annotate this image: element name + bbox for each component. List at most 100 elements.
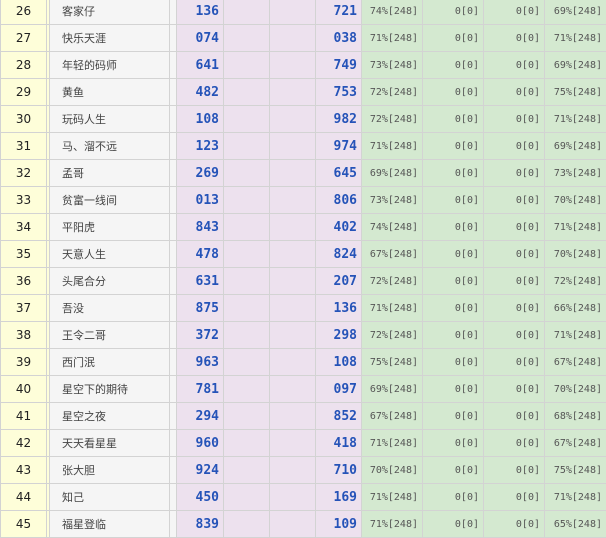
stat-cell-3: 0[0] xyxy=(483,240,545,268)
stat-cell-4: 71%[248] xyxy=(544,105,606,133)
table-row: 41 星空之夜 294 852 67%[248] 0[0] 0[0] 68%[248] xyxy=(0,402,606,430)
rank-cell: 41 xyxy=(0,402,47,430)
stat-cell-1: 69%[248] xyxy=(361,375,423,403)
value-b-cell: 806 xyxy=(315,186,362,214)
stat-cell-2: 0[0] xyxy=(422,240,484,268)
stat-cell-1: 67%[248] xyxy=(361,240,423,268)
value-b-cell: 974 xyxy=(315,132,362,160)
empty-cell xyxy=(269,24,316,52)
value-a-cell: 294 xyxy=(176,402,224,430)
rank-cell: 30 xyxy=(0,105,47,133)
empty-cell xyxy=(269,402,316,430)
rank-cell: 44 xyxy=(0,483,47,511)
table-row: 33 贫富一线间 013 806 73%[248] 0[0] 0[0] 70%[248] xyxy=(0,186,606,214)
value-b-cell: 109 xyxy=(315,510,362,538)
value-b-cell: 169 xyxy=(315,483,362,511)
stat-cell-3: 0[0] xyxy=(483,0,545,25)
empty-cell xyxy=(223,348,270,376)
table-row: 38 王令二哥 372 298 72%[248] 0[0] 0[0] 71%[248] xyxy=(0,321,606,349)
value-a-cell: 839 xyxy=(176,510,224,538)
value-a-cell: 482 xyxy=(176,78,224,106)
stat-cell-2: 0[0] xyxy=(422,159,484,187)
name-gap-cell xyxy=(169,375,177,403)
rank-cell: 33 xyxy=(0,186,47,214)
value-a-cell: 631 xyxy=(176,267,224,295)
stat-cell-1: 67%[248] xyxy=(361,402,423,430)
rank-cell: 28 xyxy=(0,51,47,79)
name-cell: 天天看星星 xyxy=(49,429,170,457)
stat-cell-1: 72%[248] xyxy=(361,105,423,133)
stat-cell-2: 0[0] xyxy=(422,321,484,349)
value-a-cell: 450 xyxy=(176,483,224,511)
name-gap-cell xyxy=(169,456,177,484)
value-b-cell: 721 xyxy=(315,0,362,25)
stat-cell-4: 75%[248] xyxy=(544,456,606,484)
stat-cell-1: 71%[248] xyxy=(361,483,423,511)
stat-cell-3: 0[0] xyxy=(483,51,545,79)
stat-cell-3: 0[0] xyxy=(483,456,545,484)
stat-cell-4: 68%[248] xyxy=(544,402,606,430)
table-row: 40 星空下的期待 781 097 69%[248] 0[0] 0[0] 70%[248] xyxy=(0,375,606,403)
name-gap-cell xyxy=(169,159,177,187)
rank-cell: 37 xyxy=(0,294,47,322)
table-row: 34 平阳虎 843 402 74%[248] 0[0] 0[0] 71%[248] xyxy=(0,213,606,241)
stat-cell-3: 0[0] xyxy=(483,375,545,403)
table-row: 45 福星登临 839 109 71%[248] 0[0] 0[0] 65%[248] xyxy=(0,510,606,538)
empty-cell xyxy=(269,375,316,403)
name-gap-cell xyxy=(169,402,177,430)
stat-cell-1: 74%[248] xyxy=(361,0,423,25)
stat-cell-1: 71%[248] xyxy=(361,510,423,538)
empty-cell xyxy=(269,51,316,79)
table-row: 31 马、溜不远 123 974 71%[248] 0[0] 0[0] 69%[248] xyxy=(0,132,606,160)
value-a-cell: 478 xyxy=(176,240,224,268)
empty-cell xyxy=(223,159,270,187)
rank-cell: 42 xyxy=(0,429,47,457)
stat-cell-4: 71%[248] xyxy=(544,321,606,349)
value-b-cell: 136 xyxy=(315,294,362,322)
empty-cell xyxy=(269,0,316,25)
name-gap-cell xyxy=(169,132,177,160)
stat-cell-3: 0[0] xyxy=(483,24,545,52)
stat-cell-2: 0[0] xyxy=(422,24,484,52)
name-cell: 王令二哥 xyxy=(49,321,170,349)
empty-cell xyxy=(223,483,270,511)
value-a-cell: 924 xyxy=(176,456,224,484)
ranking-table: 26 客家仔 136 721 74%[248] 0[0] 0[0] 69%[248] 27 快乐天… xyxy=(0,0,606,538)
value-b-cell: 418 xyxy=(315,429,362,457)
stat-cell-4: 73%[248] xyxy=(544,159,606,187)
stat-cell-2: 0[0] xyxy=(422,375,484,403)
name-cell: 马、溜不远 xyxy=(49,132,170,160)
stat-cell-3: 0[0] xyxy=(483,483,545,511)
stat-cell-2: 0[0] xyxy=(422,186,484,214)
stat-cell-4: 70%[248] xyxy=(544,240,606,268)
value-b-cell: 982 xyxy=(315,105,362,133)
name-cell: 头尾合分 xyxy=(49,267,170,295)
value-a-cell: 074 xyxy=(176,24,224,52)
table-row: 26 客家仔 136 721 74%[248] 0[0] 0[0] 69%[248] xyxy=(0,0,606,25)
name-cell: 黄鱼 xyxy=(49,78,170,106)
stat-cell-3: 0[0] xyxy=(483,132,545,160)
name-cell: 玩码人生 xyxy=(49,105,170,133)
empty-cell xyxy=(269,105,316,133)
name-gap-cell xyxy=(169,78,177,106)
empty-cell xyxy=(223,213,270,241)
stat-cell-3: 0[0] xyxy=(483,402,545,430)
table-row: 30 玩码人生 108 982 72%[248] 0[0] 0[0] 71%[248] xyxy=(0,105,606,133)
stat-cell-2: 0[0] xyxy=(422,456,484,484)
value-b-cell: 108 xyxy=(315,348,362,376)
empty-cell xyxy=(269,321,316,349)
empty-cell xyxy=(223,0,270,25)
empty-cell xyxy=(223,294,270,322)
name-gap-cell xyxy=(169,429,177,457)
name-gap-cell xyxy=(169,0,177,25)
name-cell: 平阳虎 xyxy=(49,213,170,241)
value-b-cell: 824 xyxy=(315,240,362,268)
stat-cell-4: 75%[248] xyxy=(544,78,606,106)
name-cell: 星空之夜 xyxy=(49,402,170,430)
empty-cell xyxy=(223,51,270,79)
value-a-cell: 372 xyxy=(176,321,224,349)
stat-cell-4: 70%[248] xyxy=(544,186,606,214)
value-b-cell: 097 xyxy=(315,375,362,403)
rank-cell: 43 xyxy=(0,456,47,484)
table-row: 37 吾没 875 136 71%[248] 0[0] 0[0] 66%[248] xyxy=(0,294,606,322)
